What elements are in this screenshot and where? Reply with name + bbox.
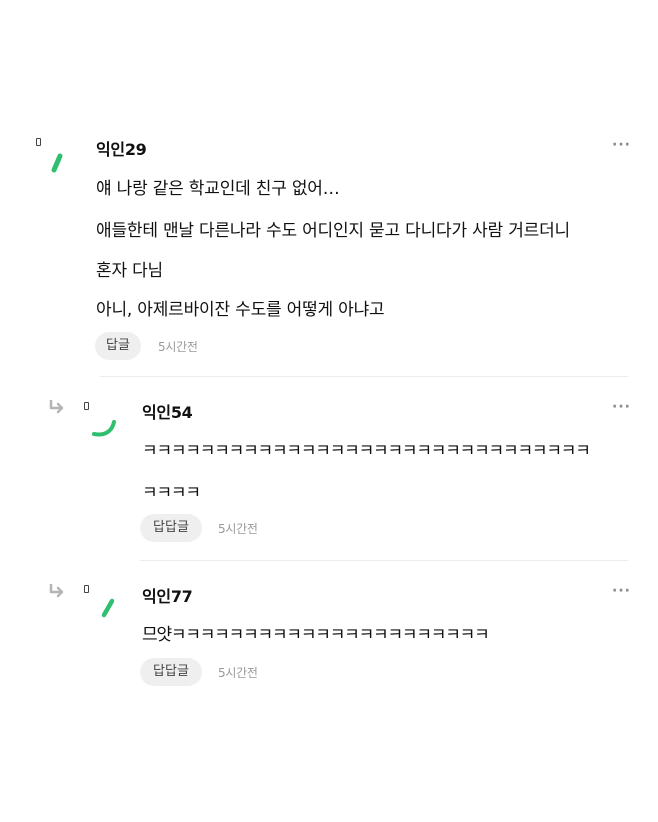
- reply-arrow-icon: [49, 584, 64, 598]
- avatar-badge-icon: [84, 585, 89, 593]
- green-stroke-icon: [101, 598, 115, 618]
- avatar[interactable]: [84, 585, 124, 625]
- more-dots-icon[interactable]: ···: [612, 584, 631, 598]
- reply-button[interactable]: 답답글: [140, 658, 202, 686]
- comment-text-line: 므얏ㅋㅋㅋㅋㅋㅋㅋㅋㅋㅋㅋㅋㅋㅋㅋㅋㅋㅋㅋㅋㅋㅋ: [142, 625, 490, 645]
- nickname[interactable]: 익인77: [142, 583, 193, 607]
- timestamp: 5시간전: [218, 666, 258, 680]
- reply-comment-item: 익인77 ··· 므얏ㅋㅋㅋㅋㅋㅋㅋㅋㅋㅋㅋㅋㅋㅋㅋㅋㅋㅋㅋㅋㅋㅋ 답답글 5시…: [0, 0, 658, 700]
